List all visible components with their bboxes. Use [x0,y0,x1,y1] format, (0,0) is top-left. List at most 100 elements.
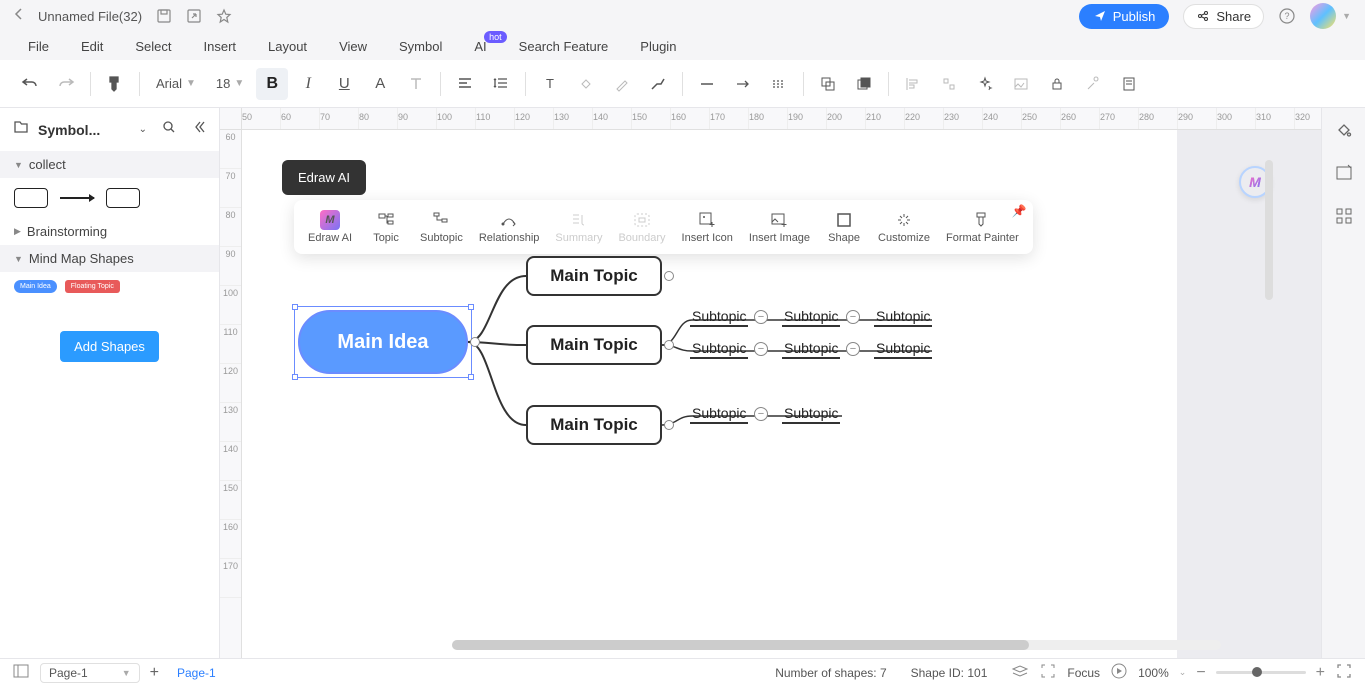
texttool-icon[interactable] [400,68,432,100]
menu-insert[interactable]: Insert [188,39,253,54]
grid-icon[interactable] [1334,206,1354,231]
ft-inserticon[interactable]: Insert Icon [676,206,739,248]
present-icon[interactable] [1110,662,1128,683]
menu-layout[interactable]: Layout [252,39,323,54]
share-button[interactable]: Share [1183,4,1264,29]
zoom-out-icon[interactable]: − [1196,664,1205,682]
menu-select[interactable]: Select [119,39,187,54]
node-connector-dot[interactable] [470,337,480,347]
collapse-icon[interactable]: − [754,342,768,356]
page-icon[interactable] [1113,68,1145,100]
avatar-chevron[interactable]: ▼ [1342,11,1351,21]
ft-shape[interactable]: Shape [820,206,868,248]
focus-label[interactable]: Focus [1067,666,1100,680]
group-icon[interactable] [812,68,844,100]
section-brainstorming[interactable]: ▶Brainstorming [0,218,219,245]
alignleft-icon[interactable] [897,68,929,100]
outline-icon[interactable] [12,662,30,683]
node-main-topic-1[interactable]: Main Topic [526,256,662,296]
fontsize-select[interactable]: 18▼ [208,76,252,91]
linespace-icon[interactable] [485,68,517,100]
help-icon[interactable]: ? [1278,7,1296,25]
connector-icon[interactable] [642,68,674,100]
ft-topic[interactable]: Topic [362,206,410,248]
star-icon[interactable] [216,8,232,24]
zoom-value[interactable]: 100% [1138,666,1169,680]
ft-relationship[interactable]: Relationship [473,206,546,248]
node-subtopic[interactable]: Subtopic [782,340,840,359]
page-select[interactable]: Page-1▼ [40,663,140,683]
lock-icon[interactable] [1041,68,1073,100]
textbox-icon[interactable]: T [534,68,566,100]
page-tab[interactable]: Page-1 [169,664,224,682]
collapse-panel-icon[interactable] [191,119,207,140]
scrollbar-vertical[interactable] [1265,160,1273,300]
image-icon[interactable] [1005,68,1037,100]
menu-ai[interactable]: AIhot [458,39,502,54]
node-main-topic-2[interactable]: Main Topic [526,325,662,365]
menu-file[interactable]: File [12,39,65,54]
focus-frame-icon[interactable] [1039,662,1057,683]
arrowstyle-icon[interactable] [727,68,759,100]
paint-bucket-icon[interactable] [1334,120,1354,145]
menu-symbol[interactable]: Symbol [383,39,458,54]
redo-icon[interactable] [50,68,82,100]
ft-edrawai[interactable]: MEdraw AI [302,206,358,248]
node-connector-dot[interactable] [664,340,674,350]
layers-status-icon[interactable] [1011,662,1029,683]
export-icon[interactable] [186,8,202,24]
dashstyle-icon[interactable] [763,68,795,100]
publish-button[interactable]: Publish [1079,4,1170,29]
menu-search[interactable]: Search Feature [503,39,625,54]
ft-customize[interactable]: Customize [872,206,936,248]
shape-rect2-icon[interactable] [106,188,140,208]
linestyle-icon[interactable] [691,68,723,100]
node-connector-dot[interactable] [664,420,674,430]
collapse-icon[interactable]: − [754,407,768,421]
avatar[interactable] [1310,3,1336,29]
node-subtopic[interactable]: Subtopic [874,308,932,327]
add-shapes-button[interactable]: Add Shapes [60,331,159,362]
ft-insertimage[interactable]: Insert Image [743,206,816,248]
search-icon[interactable] [161,119,177,140]
node-subtopic[interactable]: Subtopic [690,405,748,424]
back-icon[interactable] [14,7,24,26]
undo-icon[interactable] [14,68,46,100]
node-subtopic[interactable]: Subtopic [874,340,932,359]
fill-icon[interactable] [570,68,602,100]
italic-icon[interactable]: I [292,68,324,100]
highlight-icon[interactable] [606,68,638,100]
component-icon[interactable] [1334,163,1354,188]
node-subtopic[interactable]: Subtopic [782,308,840,327]
underline-icon[interactable]: U [328,68,360,100]
fontcolor-icon[interactable]: A [364,68,396,100]
mm-mainidea-icon[interactable]: Main Idea [14,280,57,293]
zoom-in-icon[interactable]: + [1316,664,1325,682]
canvas[interactable]: Edraw AI 📌 MEdraw AI Topic Subtopic Rela… [242,130,1321,658]
section-collect[interactable]: ▼collect [0,151,219,178]
save-icon[interactable] [156,8,172,24]
collapse-icon[interactable]: − [754,310,768,324]
add-page-icon[interactable]: + [150,664,159,682]
shape-arrow-icon[interactable] [60,197,94,199]
menu-plugin[interactable]: Plugin [624,39,692,54]
node-subtopic[interactable]: Subtopic [690,308,748,327]
node-subtopic[interactable]: Subtopic [782,405,840,424]
layers-icon[interactable] [848,68,880,100]
collapse-icon[interactable]: − [846,310,860,324]
expand-down-icon[interactable]: ⌄ [139,124,147,135]
distribute-icon[interactable] [933,68,965,100]
align-icon[interactable] [449,68,481,100]
effects-icon[interactable] [969,68,1001,100]
node-main-topic-3[interactable]: Main Topic [526,405,662,445]
section-mindmap[interactable]: ▼Mind Map Shapes [0,245,219,272]
bold-icon[interactable]: B [256,68,288,100]
format-painter-icon[interactable] [99,68,131,100]
node-main-idea[interactable]: Main Idea [298,310,468,374]
mm-floatingtopic-icon[interactable]: Floating Topic [65,280,120,293]
ft-subtopic[interactable]: Subtopic [414,206,469,248]
node-subtopic[interactable]: Subtopic [690,340,748,359]
font-select[interactable]: Arial▼ [148,76,204,91]
zoom-slider[interactable] [1216,671,1306,674]
fullscreen-icon[interactable] [1335,662,1353,683]
